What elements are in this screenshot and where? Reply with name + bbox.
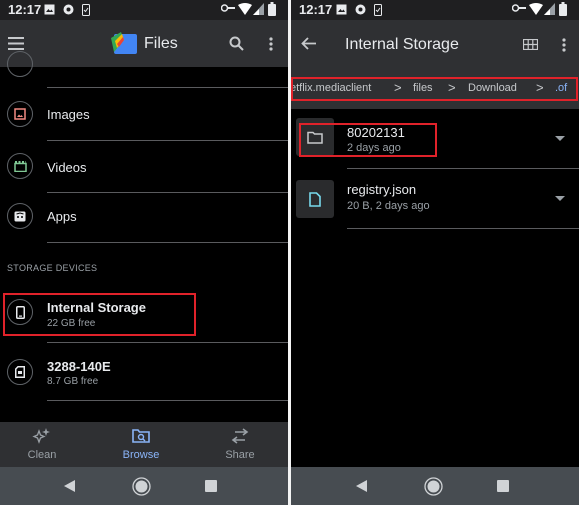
recents-square-icon[interactable]: [205, 480, 217, 492]
image-icon: [7, 101, 33, 127]
settings-notification-icon: [63, 4, 74, 15]
document-icon: [309, 191, 321, 207]
storage-name: 3288-140E: [47, 359, 111, 374]
divider: [347, 168, 579, 169]
highlight-box-internal-storage: [3, 293, 196, 336]
divider: [47, 400, 288, 401]
vpn-key-icon: [221, 4, 235, 12]
status-bar: 12:17: [291, 0, 579, 20]
category-item-images[interactable]: Images: [0, 88, 288, 140]
sd-card-icon: [7, 359, 33, 385]
more-options-icon[interactable]: [562, 38, 566, 52]
files-logo-icon: [111, 32, 137, 54]
app-title: Files: [144, 35, 178, 52]
category-label: Apps: [47, 209, 77, 224]
files-browse-screen: 12:17 Files Images Videos Apps STORAGE D…: [0, 0, 288, 505]
video-icon: [7, 153, 33, 179]
status-time: 12:17: [299, 2, 333, 17]
file-name: registry.json: [347, 182, 417, 197]
home-circle-icon[interactable]: [424, 477, 443, 496]
screen-title: Internal Storage: [345, 36, 459, 53]
browse-folder-icon: [132, 429, 150, 443]
device-notification-icon: [374, 4, 382, 16]
category-item-partial[interactable]: [0, 51, 288, 77]
divider: [47, 242, 288, 243]
item-menu-dropdown-icon[interactable]: [555, 136, 565, 141]
category-icon-partial: [7, 51, 33, 77]
device-notification-icon: [82, 4, 90, 16]
nav-tab-clean[interactable]: Clean: [0, 422, 90, 467]
status-time: 12:17: [8, 2, 42, 17]
battery-icon: [559, 2, 567, 16]
file-thumbnail: [296, 180, 334, 218]
grid-view-icon[interactable]: [523, 39, 538, 50]
gallery-notification-icon: [44, 4, 55, 15]
back-arrow-icon[interactable]: [301, 37, 316, 50]
more-options-icon[interactable]: [269, 37, 273, 51]
item-menu-dropdown-icon[interactable]: [555, 196, 565, 201]
wifi-icon: [238, 3, 252, 15]
storage-item-sd-card[interactable]: 3288-140E 8.7 GB free: [0, 343, 288, 400]
divider: [347, 228, 579, 229]
system-navigation-bar: [0, 467, 288, 505]
recents-square-icon[interactable]: [497, 480, 509, 492]
category-label: Images: [47, 107, 90, 122]
storage-free-space: 8.7 GB free: [47, 376, 99, 387]
category-item-videos[interactable]: Videos: [0, 141, 288, 193]
sparkle-icon: [32, 428, 50, 444]
back-triangle-icon[interactable]: [64, 480, 75, 492]
section-header-storage-devices: STORAGE DEVICES: [7, 263, 98, 273]
bottom-navigation: Clean Browse Share: [0, 422, 288, 467]
search-icon[interactable]: [229, 36, 244, 51]
nav-label: Browse: [122, 449, 160, 461]
nav-label: Clean: [27, 449, 57, 461]
cell-signal-icon: [253, 3, 264, 15]
file-meta: 20 B, 2 days ago: [347, 200, 430, 212]
gallery-notification-icon: [336, 4, 347, 15]
home-circle-icon[interactable]: [132, 477, 151, 496]
app-bar: Files: [0, 20, 288, 67]
internal-storage-screen: 12:17 Internal Storage etflix.mediaclien…: [291, 0, 579, 505]
nav-label: Share: [225, 449, 255, 461]
highlight-box-breadcrumb: [291, 77, 578, 101]
settings-notification-icon: [355, 4, 366, 15]
nav-tab-share[interactable]: Share: [192, 422, 288, 467]
vpn-key-icon: [512, 4, 526, 12]
cell-signal-icon: [544, 3, 555, 15]
back-triangle-icon[interactable]: [356, 480, 367, 492]
category-item-apps[interactable]: Apps: [0, 193, 288, 242]
android-icon: [7, 203, 33, 229]
category-label: Videos: [47, 160, 87, 175]
wifi-icon: [529, 3, 543, 15]
file-list-item-json[interactable]: registry.json 20 B, 2 days ago: [291, 170, 579, 230]
status-bar: 12:17: [0, 0, 288, 20]
nav-tab-browse[interactable]: Browse: [93, 422, 189, 467]
highlight-box-folder: [299, 123, 437, 157]
app-bar: Internal Storage: [291, 20, 579, 67]
battery-icon: [268, 2, 276, 16]
swap-arrows-icon: [231, 428, 249, 444]
hamburger-menu-icon[interactable]: [8, 37, 24, 50]
system-navigation-bar: [291, 467, 579, 505]
